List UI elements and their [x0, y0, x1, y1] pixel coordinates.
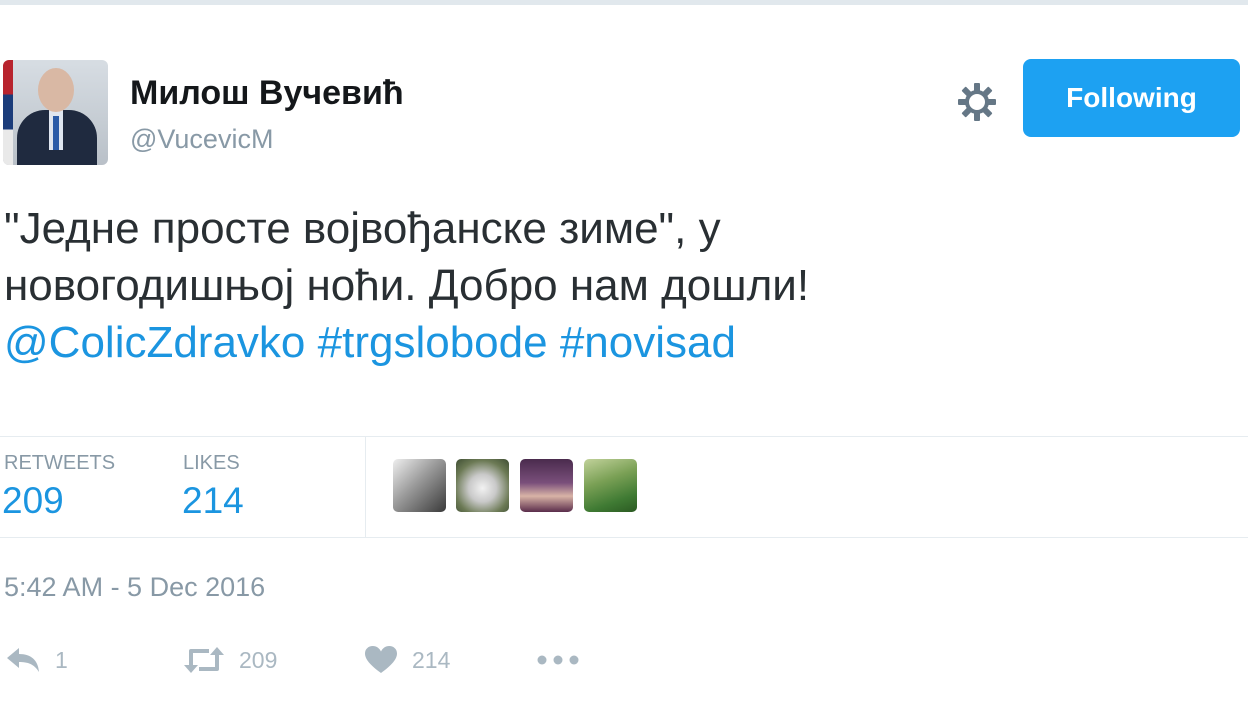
- more-dots-icon: [536, 654, 580, 666]
- reply-icon: [5, 646, 41, 674]
- gear-icon[interactable]: [955, 80, 999, 124]
- divider: [0, 537, 1248, 538]
- avatar[interactable]: [3, 60, 108, 165]
- liker-avatar[interactable]: [456, 459, 509, 512]
- retweets-label: RETWEETS: [4, 452, 116, 474]
- likes-count[interactable]: 214: [182, 480, 244, 522]
- hashtag-link-trgslobode[interactable]: #trgslobode: [318, 318, 548, 367]
- divider: [365, 437, 366, 537]
- liker-avatar[interactable]: [584, 459, 637, 512]
- retweet-button[interactable]: 209: [183, 643, 277, 677]
- tweet-text-line-3: @ColicZdravko #trgslobode #novisad: [4, 314, 1234, 371]
- retweet-count: 209: [239, 646, 278, 673]
- mention-link[interactable]: @ColicZdravko: [4, 318, 305, 367]
- like-count: 214: [412, 646, 451, 673]
- hashtag-link-novisad[interactable]: #novisad: [560, 318, 736, 367]
- reply-count: 1: [55, 646, 68, 673]
- like-button[interactable]: 214: [364, 643, 450, 677]
- following-button[interactable]: Following: [1023, 59, 1240, 137]
- user-display-name[interactable]: Милош Вучевић: [130, 74, 404, 113]
- tweet-timestamp[interactable]: 5:42 AM - 5 Dec 2016: [4, 572, 265, 603]
- retweets-count[interactable]: 209: [2, 480, 64, 522]
- tweet-text-line-1: "Једне просте војвођанске зиме", у: [4, 204, 721, 253]
- tweet-text: "Једне просте војвођанске зиме", у новог…: [4, 200, 1234, 371]
- likes-label: LIKES: [183, 452, 240, 474]
- top-border: [0, 0, 1248, 5]
- liker-avatar[interactable]: [520, 459, 573, 512]
- heart-icon: [364, 645, 398, 675]
- divider: [0, 436, 1248, 437]
- liker-avatar[interactable]: [393, 459, 446, 512]
- retweet-icon: [183, 645, 225, 675]
- user-handle[interactable]: @VucevicM: [130, 124, 273, 155]
- reply-button[interactable]: 1: [5, 643, 68, 677]
- tweet-text-line-2: новогодишњој ноћи. Добро нам дошли!: [4, 261, 810, 310]
- more-options-button[interactable]: [536, 643, 580, 677]
